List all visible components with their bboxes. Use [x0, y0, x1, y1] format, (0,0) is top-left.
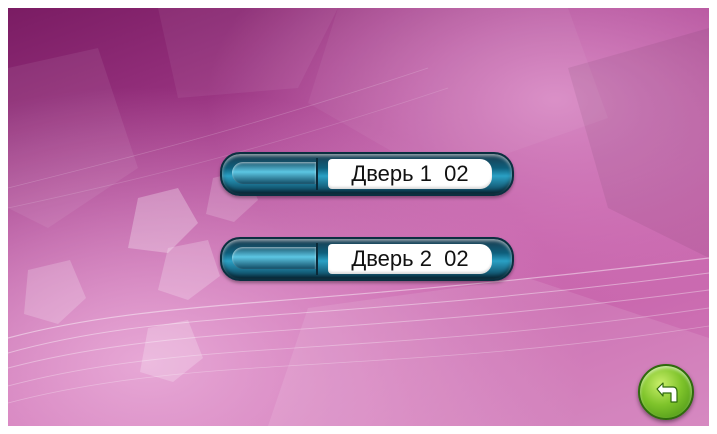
intercom-screen: Дверь 1 02 Дверь 2 02: [8, 8, 709, 426]
door-1-label: Дверь 1 02: [328, 159, 492, 189]
door-2-divider: [316, 243, 318, 275]
return-arrow-icon: [656, 382, 678, 403]
background-decoration: [8, 8, 709, 426]
door-2-slider-track: [232, 247, 316, 269]
door-1-divider: [316, 158, 318, 190]
back-button[interactable]: [638, 364, 694, 420]
door-2-button[interactable]: Дверь 2 02: [220, 237, 514, 281]
door-2-label: Дверь 2 02: [328, 244, 492, 274]
door-1-button[interactable]: Дверь 1 02: [220, 152, 514, 196]
door-1-slider-track: [232, 162, 316, 184]
